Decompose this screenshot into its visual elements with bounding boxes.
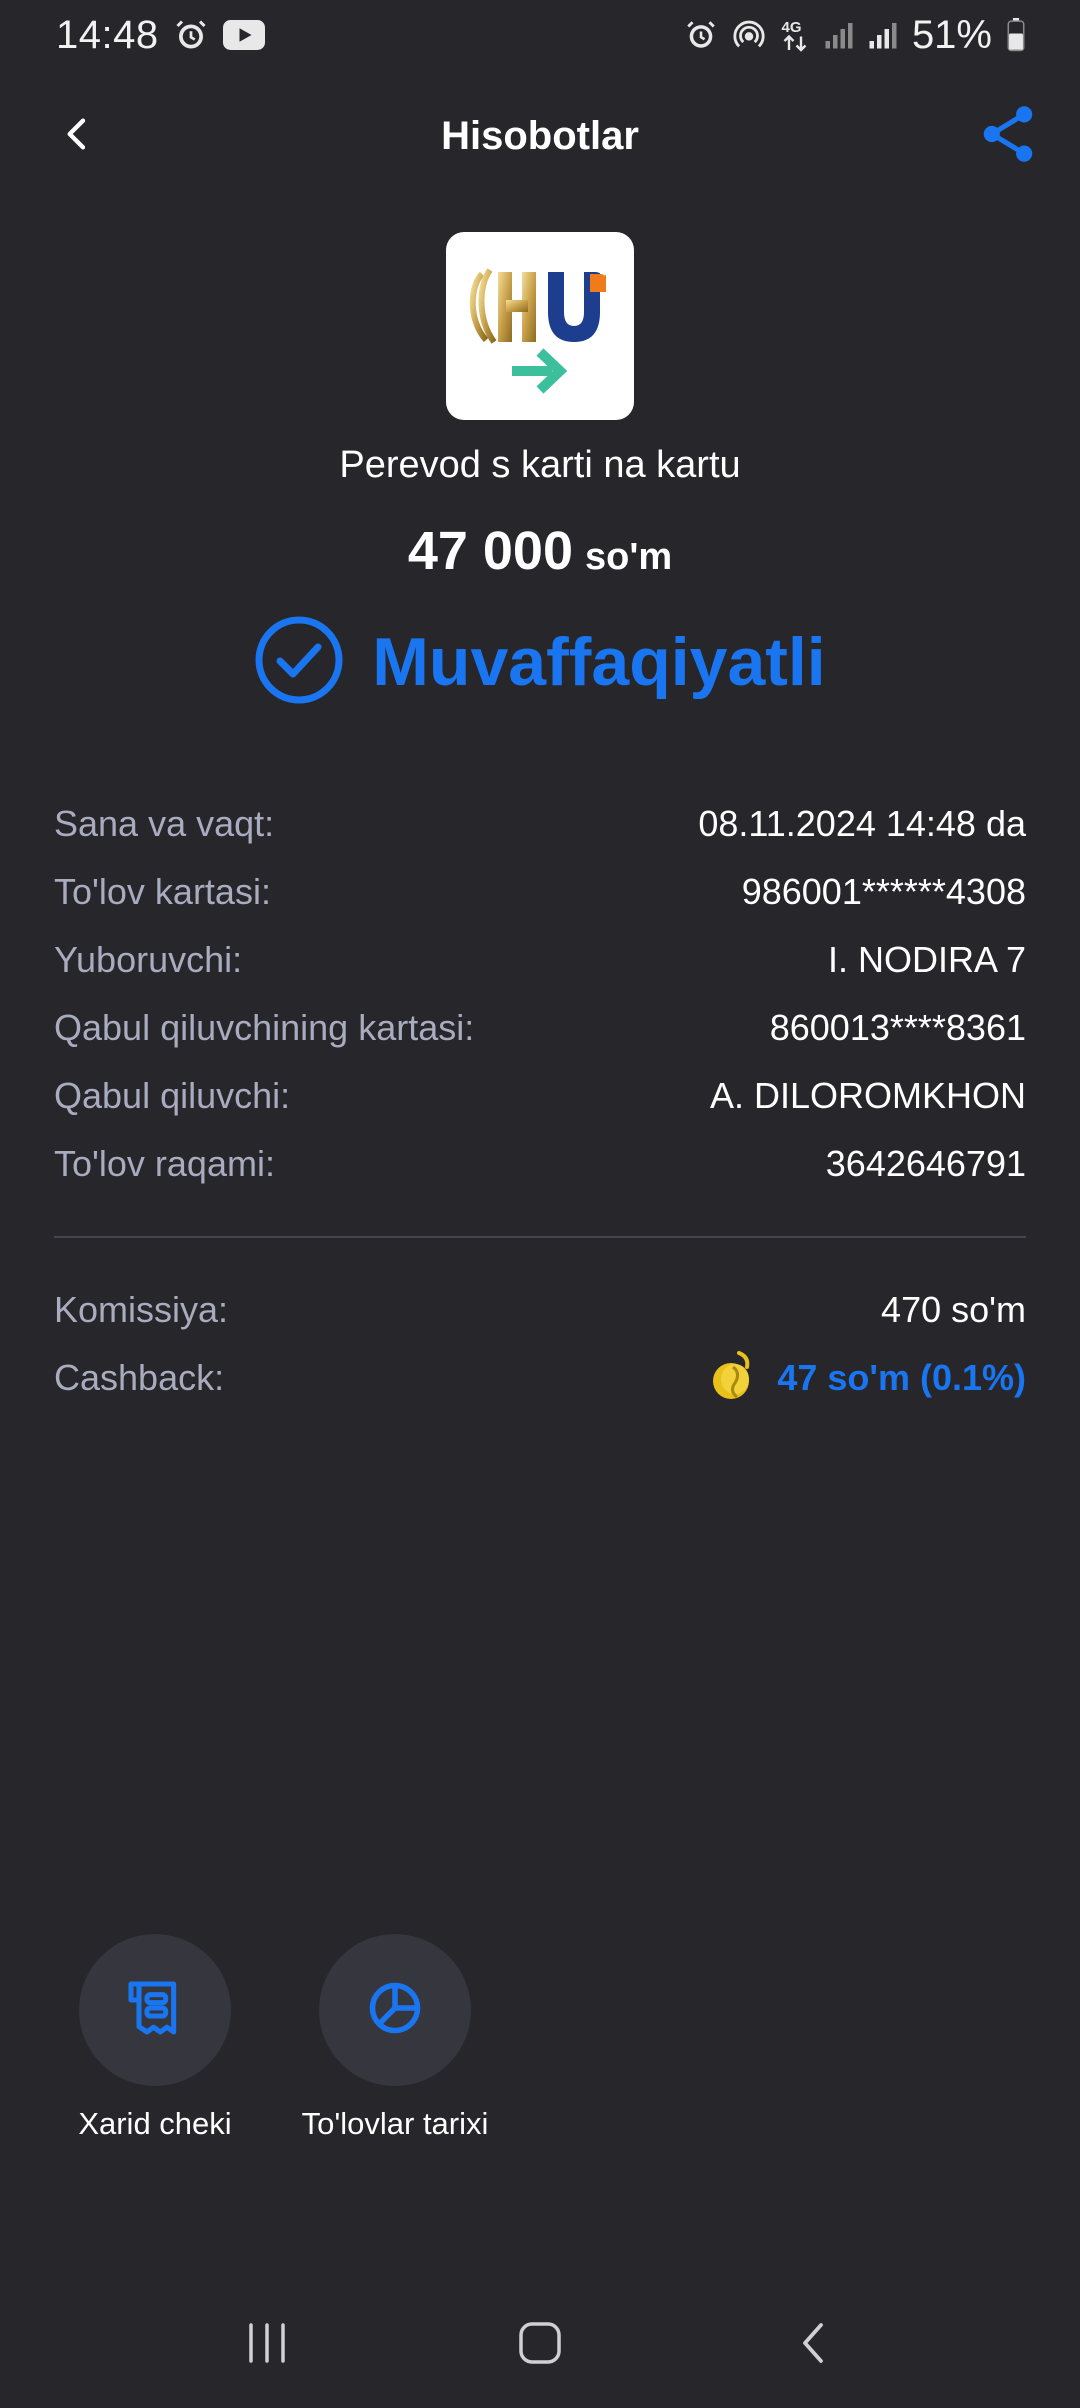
cashback-label: Cashback:: [54, 1357, 225, 1398]
status-bar-left: 14:48: [56, 13, 265, 58]
detail-row-commission: Komissiya: 470 so'm: [54, 1276, 1026, 1344]
payment-history-button-label: To'lovlar tarixi: [301, 2106, 489, 2141]
detail-value: A. DILOROMKHON: [709, 1075, 1026, 1116]
receipt-icon: [123, 1976, 187, 2045]
system-navigation-bar: [0, 2300, 1080, 2390]
receipt-button-circle[interactable]: [79, 1934, 231, 2086]
coin-icon: [709, 1349, 759, 1408]
cashback-value: 47 so'm (0.1%): [777, 1357, 1026, 1398]
detail-label: To'lov raqami:: [54, 1143, 275, 1184]
amount-currency: so'm: [585, 536, 673, 578]
battery-percent: 51%: [911, 12, 992, 57]
detail-label: Qabul qiluvchining kartasi:: [54, 1007, 475, 1048]
fee-details: Komissiya: 470 so'm Cashback: 47 so'm (0…: [54, 1276, 1026, 1412]
merchant-logo: [446, 232, 634, 420]
alarm-icon: [684, 18, 718, 52]
detail-row-cashback: Cashback: 47 so'm (0.1%): [54, 1344, 1026, 1412]
svg-text:4G: 4G: [781, 19, 801, 36]
receipt-button[interactable]: Xarid cheki: [60, 1934, 250, 2142]
detail-row-payment-number: To'lov raqami: 3642646791: [54, 1130, 1026, 1198]
commission-value: 470 so'm: [881, 1289, 1026, 1330]
battery-icon: [1006, 18, 1026, 52]
hotspot-icon: [732, 18, 766, 52]
status-bar: 14:48 4G 51%: [0, 0, 1080, 70]
payment-status: Muvaffaqiyatli: [0, 612, 1080, 712]
detail-row-recipient-card: Qabul qiluvchining kartasi: 860013****83…: [54, 994, 1026, 1062]
detail-value: 860013****8361: [769, 1007, 1026, 1048]
check-circle-icon: [254, 615, 344, 710]
detail-label: Yuboruvchi:: [54, 939, 243, 980]
payment-receipt-screen: 14:48 4G 51% Hisobotlar Perevod s karti …: [0, 0, 1080, 2408]
divider: [54, 1236, 1026, 1238]
detail-value: 08.11.2024 14:48 da: [698, 803, 1026, 844]
signal-icon: [824, 19, 854, 51]
cashback: 47 so'm (0.1%): [709, 1349, 1026, 1408]
home-icon: [516, 2319, 564, 2372]
transaction-title: Perevod s karti na kartu: [339, 444, 741, 486]
action-buttons: Xarid cheki To'lovlar tarixi: [60, 1934, 490, 2142]
youtube-icon: [222, 19, 265, 51]
detail-label: Qabul qiluvchi:: [54, 1075, 291, 1116]
amount-value: 47 000: [407, 521, 573, 581]
signal-icon: [868, 19, 898, 51]
4g-icon: 4G: [780, 17, 810, 53]
receipt-button-label: Xarid cheki: [78, 2106, 232, 2141]
back-nav-button[interactable]: [768, 2310, 858, 2380]
recent-apps-button[interactable]: [222, 2310, 312, 2380]
page-title: Hisobotlar: [441, 113, 639, 158]
share-button[interactable]: [976, 104, 1040, 168]
amount: 47 000 so'm: [0, 520, 1080, 582]
status-text: Muvaffaqiyatli: [372, 624, 826, 700]
detail-row-date: Sana va vaqt: 08.11.2024 14:48 da: [54, 790, 1026, 858]
back-button[interactable]: [50, 108, 106, 164]
app-header: Hisobotlar: [0, 96, 1080, 176]
recent-apps-icon: [243, 2321, 291, 2370]
detail-label: To'lov kartasi:: [54, 871, 271, 912]
home-button[interactable]: [495, 2310, 585, 2380]
share-icon: [980, 104, 1036, 169]
payment-history-button-circle[interactable]: [319, 1934, 471, 2086]
status-bar-right: 4G 51%: [684, 13, 1026, 58]
detail-value: 3642646791: [825, 1143, 1026, 1184]
alarm-icon: [173, 17, 209, 53]
status-time: 14:48: [56, 12, 159, 57]
detail-row-recipient: Qabul qiluvchi: A. DILOROMKHON: [54, 1062, 1026, 1130]
detail-row-sender: Yuboruvchi: I. NODIRA 7: [54, 926, 1026, 994]
back-icon: [795, 2319, 831, 2372]
pie-chart-icon: [365, 1978, 425, 2043]
detail-value: 986001******4308: [741, 871, 1026, 912]
commission-label: Komissiya:: [54, 1289, 229, 1330]
chevron-left-icon: [58, 114, 98, 159]
humo-logo-icon: [469, 267, 608, 394]
detail-value: I. NODIRA 7: [827, 939, 1026, 980]
detail-row-payment-card: To'lov kartasi: 986001******4308: [54, 858, 1026, 926]
detail-label: Sana va vaqt:: [54, 803, 275, 844]
transaction-details: Sana va vaqt: 08.11.2024 14:48 da To'lov…: [54, 790, 1026, 1198]
payment-history-button[interactable]: To'lovlar tarixi: [300, 1934, 490, 2142]
